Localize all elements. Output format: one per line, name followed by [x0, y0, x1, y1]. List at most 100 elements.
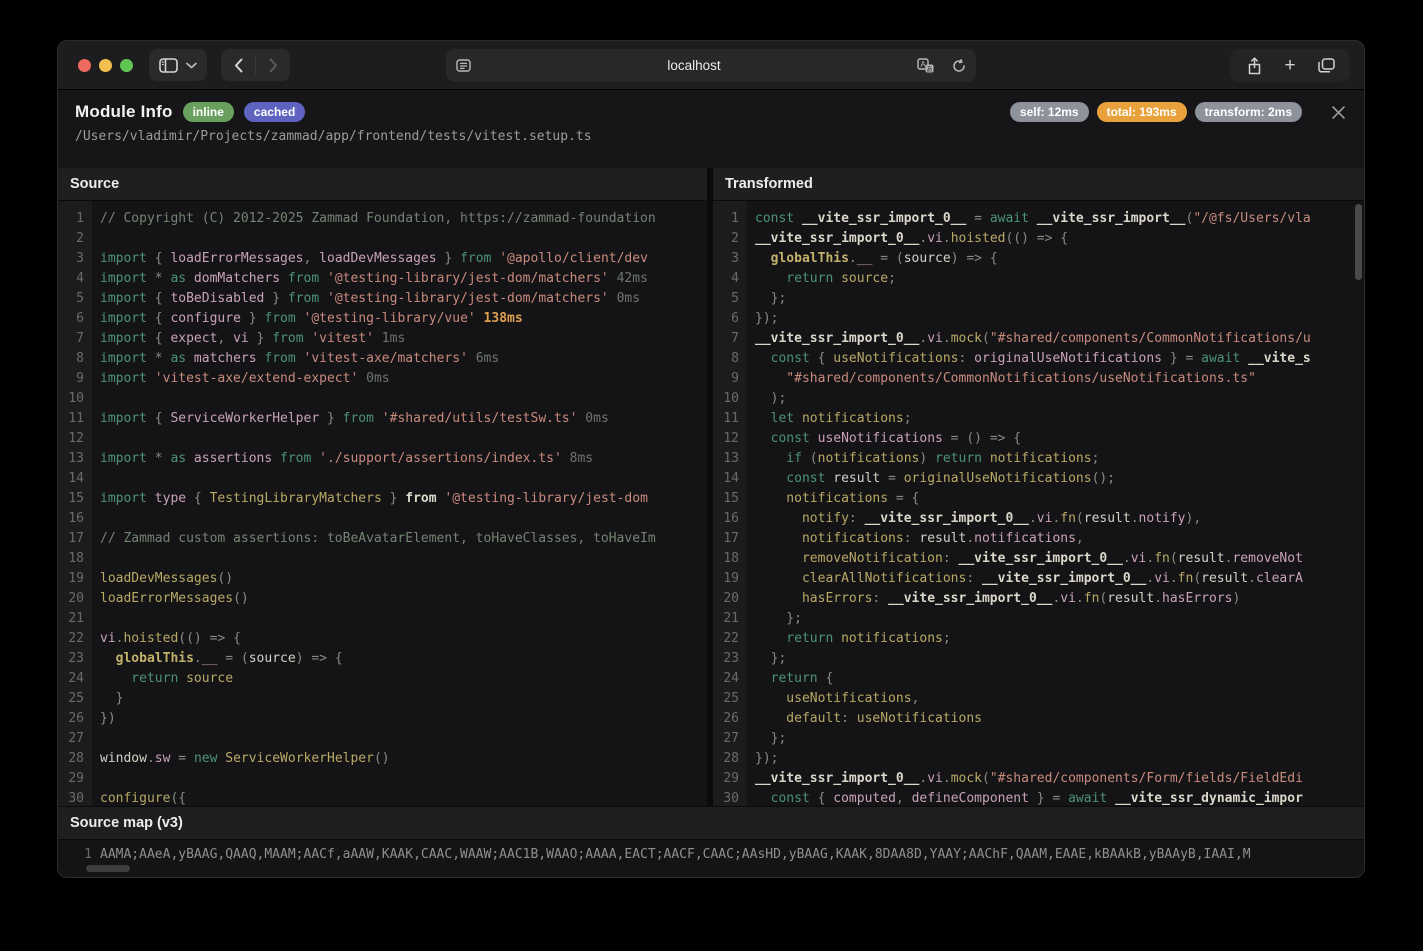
code-line: [100, 429, 707, 449]
code-line: return {: [755, 669, 1364, 689]
chevron-down-icon: [186, 62, 197, 69]
line-number: 11: [713, 409, 739, 429]
vertical-scrollbar-thumb[interactable]: [1355, 204, 1362, 280]
line-number: 20: [713, 589, 739, 609]
close-button[interactable]: [1328, 102, 1348, 122]
address-bar[interactable]: localhost Aあ: [446, 49, 976, 82]
history-nav: [221, 49, 290, 81]
line-number: 9: [713, 369, 739, 389]
new-tab-button[interactable]: +: [1272, 49, 1308, 82]
code-line: const result = originalUseNotifications(…: [755, 469, 1364, 489]
line-number: 5: [713, 289, 739, 309]
code-line: });: [755, 749, 1364, 769]
code-line: const useNotifications = () => {: [755, 429, 1364, 449]
code-line: __vite_ssr_import_0__.vi.mock("#shared/c…: [755, 329, 1364, 349]
forward-button[interactable]: [256, 49, 290, 81]
code-line: return source: [100, 669, 707, 689]
sidebar-toggle-button[interactable]: [149, 49, 207, 81]
code-line: removeNotification: __vite_ssr_import_0_…: [755, 549, 1364, 569]
line-number: 26: [58, 709, 84, 729]
line-number: 16: [713, 509, 739, 529]
code-line: loadDevMessages(): [100, 569, 707, 589]
code-line: [100, 509, 707, 529]
line-number: 18: [58, 549, 84, 569]
reload-icon[interactable]: [942, 59, 976, 73]
timing-badges: self: 12ms total: 193ms transform: 2ms: [1010, 102, 1348, 122]
code-line: __vite_ssr_import_0__.vi.hoisted(() => {: [755, 229, 1364, 249]
line-number: 23: [713, 649, 739, 669]
browser-toolbar: localhost Aあ +: [58, 41, 1364, 90]
code-lines: const __vite_ssr_import_0__ = await __vi…: [747, 201, 1364, 807]
code-line: import { ServiceWorkerHelper } from '#sh…: [100, 409, 707, 429]
line-number: 28: [58, 749, 84, 769]
self-time-badge: self: 12ms: [1010, 102, 1089, 122]
line-number: 12: [58, 429, 84, 449]
code-line: [100, 609, 707, 629]
line-number: 8: [58, 349, 84, 369]
code-line: import { configure } from '@testing-libr…: [100, 309, 707, 329]
source-code-area[interactable]: 1234567891011121314151617181920212223242…: [58, 201, 707, 807]
line-number: 7: [713, 329, 739, 349]
close-icon: [1331, 105, 1346, 120]
transformed-code-area[interactable]: 1234567891011121314151617181920212223242…: [713, 201, 1364, 807]
desktop-background: localhost Aあ + Module In: [0, 0, 1423, 951]
code-line: window.sw = new ServiceWorkerHelper(): [100, 749, 707, 769]
line-number: 5: [58, 289, 84, 309]
line-number: 15: [58, 489, 84, 509]
share-button[interactable]: [1236, 49, 1272, 82]
code-line: let notifications;: [755, 409, 1364, 429]
url-text[interactable]: localhost: [480, 58, 908, 73]
code-line: useNotifications,: [755, 689, 1364, 709]
line-number: 12: [713, 429, 739, 449]
sidebar-icon: [159, 58, 178, 73]
code-line: return source;: [755, 269, 1364, 289]
code-line: // Zammad custom assertions: toBeAvatarE…: [100, 529, 707, 549]
translate-icon[interactable]: Aあ: [908, 58, 942, 73]
line-number: 1: [58, 845, 100, 865]
line-number: 24: [58, 669, 84, 689]
line-number: 29: [58, 769, 84, 789]
tab-overview-button[interactable]: [1308, 49, 1344, 82]
code-line: [100, 469, 707, 489]
line-number: 9: [58, 369, 84, 389]
code-line: notifications = {: [755, 489, 1364, 509]
code-line: __vite_ssr_import_0__.vi.mock("#shared/c…: [755, 769, 1364, 789]
close-window-button[interactable]: [78, 59, 91, 72]
code-line: loadErrorMessages(): [100, 589, 707, 609]
zoom-window-button[interactable]: [120, 59, 133, 72]
back-button[interactable]: [221, 49, 255, 81]
line-number: 29: [713, 769, 739, 789]
code-line: };: [755, 649, 1364, 669]
line-number-gutter: 1234567891011121314151617181920212223242…: [713, 201, 747, 807]
code-line: const { useNotifications: originalUseNot…: [755, 349, 1364, 369]
code-line: import type { TestingLibraryMatchers } f…: [100, 489, 707, 509]
code-line: [100, 729, 707, 749]
code-line: default: useNotifications: [755, 709, 1364, 729]
source-map-mappings: AAMA;AAeA,yBAAG,QAAQ,MAAM;AACf,aAAW,KAAK…: [100, 845, 1364, 865]
code-line: import { expect, vi } from 'vitest' 1ms: [100, 329, 707, 349]
code-line: [100, 389, 707, 409]
minimize-window-button[interactable]: [99, 59, 112, 72]
cached-badge: cached: [244, 102, 305, 122]
horizontal-scrollbar-thumb[interactable]: [86, 865, 130, 872]
line-number: 19: [58, 569, 84, 589]
code-line: // Copyright (C) 2012-2025 Zammad Founda…: [100, 209, 707, 229]
code-line: };: [755, 609, 1364, 629]
code-line: [100, 549, 707, 569]
line-number: 1: [58, 209, 84, 229]
transformed-panel: Transformed 1234567891011121314151617181…: [713, 168, 1364, 807]
line-number: 22: [58, 629, 84, 649]
line-number: 10: [58, 389, 84, 409]
line-number: 13: [713, 449, 739, 469]
line-number: 15: [713, 489, 739, 509]
line-number: 3: [58, 249, 84, 269]
inline-badge: inline: [183, 102, 234, 122]
code-line: "#shared/components/CommonNotifications/…: [755, 369, 1364, 389]
line-number: 2: [713, 229, 739, 249]
line-number: 21: [58, 609, 84, 629]
line-number: 6: [58, 309, 84, 329]
line-number: 14: [713, 469, 739, 489]
line-number: 22: [713, 629, 739, 649]
reader-icon[interactable]: [446, 59, 480, 72]
transformed-panel-title: Transformed: [713, 168, 1364, 201]
